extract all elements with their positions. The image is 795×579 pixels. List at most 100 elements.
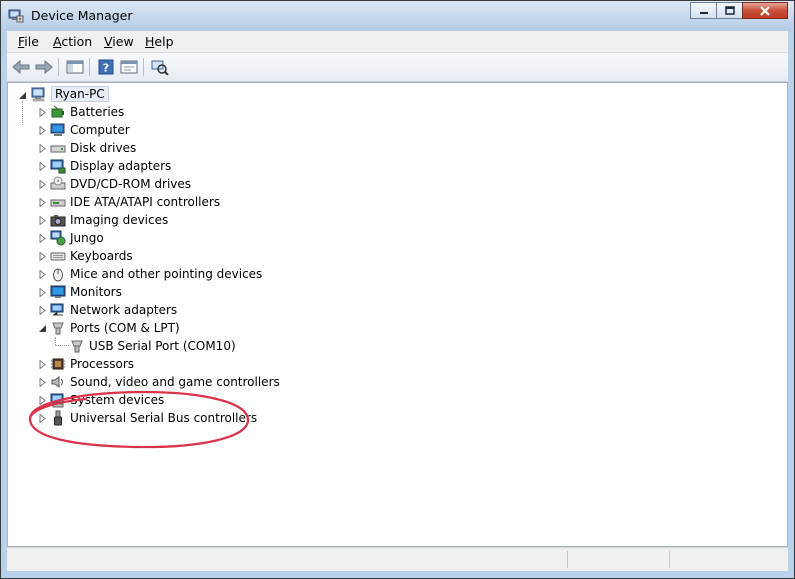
monitor-icon xyxy=(50,285,66,298)
tree-category-item[interactable]: Ports (COM & LPT) xyxy=(50,319,180,337)
expand-toggle[interactable] xyxy=(38,270,47,279)
expand-toggle[interactable] xyxy=(38,180,47,189)
close-button[interactable] xyxy=(742,2,788,19)
root-collapse-toggle[interactable] xyxy=(18,91,27,100)
expand-toggle[interactable] xyxy=(38,126,47,135)
camera-icon xyxy=(50,215,66,227)
collapsed-triangle-icon xyxy=(39,162,46,171)
collapsed-triangle-icon xyxy=(39,414,46,423)
tree-connector xyxy=(22,101,23,125)
expand-toggle[interactable] xyxy=(38,162,47,171)
tree-category-label: Universal Serial Bus controllers xyxy=(70,411,258,425)
expand-toggle[interactable] xyxy=(38,306,47,315)
window-title: Device Manager xyxy=(31,8,133,23)
menu-help[interactable]: Help xyxy=(145,34,174,49)
tree-category-item[interactable]: Universal Serial Bus controllers xyxy=(50,409,257,427)
expand-toggle[interactable] xyxy=(38,414,47,423)
status-divider xyxy=(669,551,670,568)
menu-bar: File Action View Help xyxy=(7,31,788,53)
tree-category-item[interactable]: Batteries xyxy=(50,103,124,121)
tree-category-item[interactable]: Monitors xyxy=(50,283,122,301)
minimize-button[interactable] xyxy=(690,2,717,19)
tree-root[interactable]: Ryan-PC xyxy=(31,85,109,103)
tree-category-item[interactable]: Network adapters xyxy=(50,301,177,319)
properties-button[interactable] xyxy=(119,57,139,77)
tree-category-label: Sound, video and game controllers xyxy=(70,375,280,389)
tree-category-label: Ports (COM & LPT) xyxy=(70,321,180,335)
toolbar-separator xyxy=(143,58,144,76)
jungo-icon xyxy=(50,230,66,246)
tree-category-label: Imaging devices xyxy=(70,213,169,227)
tree-category-item[interactable]: IDE ATA/ATAPI controllers xyxy=(50,193,220,211)
help-button[interactable]: ? xyxy=(96,57,116,77)
tree-connector xyxy=(55,337,56,345)
collapsed-triangle-icon xyxy=(39,270,46,279)
tree-category-label: Display adapters xyxy=(70,159,172,173)
tree-device-item[interactable]: USB Serial Port (COM10) xyxy=(69,337,236,355)
device-tree-pane[interactable]: Ryan-PC Batteries Computer Disk drives Disp… xyxy=(7,82,788,547)
collapsed-triangle-icon xyxy=(39,234,46,243)
collapsed-triangle-icon xyxy=(39,216,46,225)
tree-category-item[interactable]: Imaging devices xyxy=(50,211,168,229)
tree-category-item[interactable]: Processors xyxy=(50,355,134,373)
tree-category-item[interactable]: Keyboards xyxy=(50,247,133,265)
network-adapter-icon xyxy=(50,303,64,316)
computer-icon xyxy=(50,123,65,136)
tree-category-item[interactable]: Mice and other pointing devices xyxy=(50,265,262,283)
menu-view[interactable]: View xyxy=(104,34,134,49)
tree-device-label: USB Serial Port (COM10) xyxy=(89,339,236,353)
expand-toggle[interactable] xyxy=(38,360,47,369)
display-adapter-icon xyxy=(50,159,66,174)
collapsed-triangle-icon xyxy=(39,126,46,135)
title-bar[interactable]: Device Manager xyxy=(1,1,794,31)
forward-arrow-icon xyxy=(35,60,53,74)
maximize-button[interactable] xyxy=(716,2,743,19)
expand-toggle[interactable] xyxy=(38,216,47,225)
toolbar-separator xyxy=(58,58,59,76)
menu-file[interactable]: File xyxy=(18,34,39,49)
port-icon xyxy=(71,340,83,353)
tree-category-item[interactable]: Display adapters xyxy=(50,157,171,175)
expand-toggle[interactable] xyxy=(38,198,47,207)
tree-category-label: IDE ATA/ATAPI controllers xyxy=(70,195,221,209)
forward-button[interactable] xyxy=(34,57,54,77)
toolbar-separator xyxy=(89,58,90,76)
expand-toggle[interactable] xyxy=(38,108,47,117)
collapse-toggle[interactable] xyxy=(38,324,47,333)
tree-category-label: Keyboards xyxy=(70,249,133,263)
expand-toggle[interactable] xyxy=(38,396,47,405)
tree-category-item[interactable]: Sound, video and game controllers xyxy=(50,373,280,391)
tree-connector xyxy=(55,345,69,346)
expand-toggle[interactable] xyxy=(38,252,47,261)
tree-category-label: Network adapters xyxy=(70,303,178,317)
expand-toggle[interactable] xyxy=(38,144,47,153)
usb-icon xyxy=(54,410,62,426)
minimize-icon xyxy=(699,11,708,14)
expand-toggle[interactable] xyxy=(38,378,47,387)
collapsed-triangle-icon xyxy=(39,306,46,315)
tree-category-label: Disk drives xyxy=(70,141,137,155)
tree-category-label: System devices xyxy=(70,393,165,407)
tree-category-item[interactable]: DVD/CD-ROM drives xyxy=(50,175,191,193)
tree-category-label: Mice and other pointing devices xyxy=(70,267,263,281)
computer-root-icon xyxy=(31,87,45,102)
back-arrow-icon xyxy=(12,60,30,74)
tree-category-item[interactable]: Jungo xyxy=(50,229,104,247)
ide-controller-icon xyxy=(50,199,66,207)
processor-icon xyxy=(51,358,65,370)
tree-category-item[interactable]: Computer xyxy=(50,121,130,139)
back-button[interactable] xyxy=(11,57,31,77)
expand-toggle[interactable] xyxy=(38,234,47,243)
port-icon xyxy=(52,322,64,335)
expand-toggle[interactable] xyxy=(38,288,47,297)
status-bar xyxy=(7,547,788,571)
tree-category-item[interactable]: Disk drives xyxy=(50,139,136,157)
device-manager-window: Device Manager File Action View Help ? R… xyxy=(0,0,795,579)
system-device-icon xyxy=(50,393,64,408)
menu-action[interactable]: Action xyxy=(53,34,92,49)
expanded-triangle-icon xyxy=(39,325,46,332)
tree-category-item[interactable]: System devices xyxy=(50,391,164,409)
disk-drive-icon xyxy=(50,145,66,153)
scan-hardware-changes-button[interactable] xyxy=(150,57,170,77)
show-hide-console-tree-button[interactable] xyxy=(65,57,85,77)
